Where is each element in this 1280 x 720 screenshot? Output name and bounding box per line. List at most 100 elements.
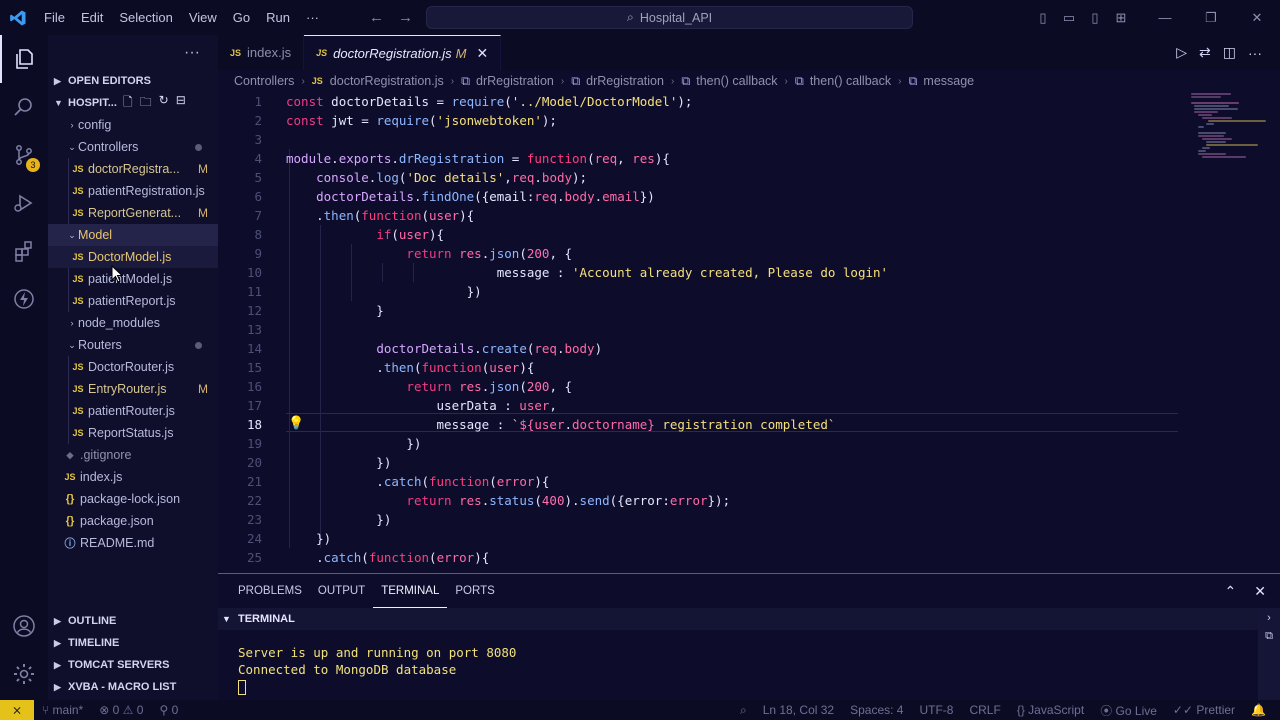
cursor-position[interactable]: Ln 18, Col 32 — [755, 703, 842, 717]
forward-arrow-icon[interactable]: → — [398, 9, 413, 26]
tree-folder-node-modules[interactable]: › node_modules — [48, 312, 218, 334]
tab-terminal[interactable]: TERMINAL — [373, 574, 448, 608]
close-window-icon[interactable]: ✕ — [1234, 10, 1280, 26]
run-debug-icon[interactable] — [0, 179, 48, 227]
explorer-more-actions-icon[interactable]: ··· — [48, 35, 218, 70]
xvba-macro-list-section[interactable]: ▶ XVBA - MACRO LIST — [48, 676, 218, 698]
menu-edit[interactable]: Edit — [73, 10, 111, 25]
tree-folder-model[interactable]: ⌄ Model — [48, 224, 218, 246]
tree-file-doctormodel[interactable]: JS DoctorModel.js — [48, 246, 218, 268]
collapse-all-icon[interactable]: ⊟ — [176, 93, 186, 114]
terminal-section-header[interactable]: ▼ TERMINAL — [218, 608, 1280, 630]
code-editor[interactable]: 💡 1 2 3 4 5 6 7 8 9 10 11 12 13 14 15 16… — [218, 92, 1178, 573]
toggle-secondary-sidebar-icon[interactable]: ▯ — [1082, 10, 1108, 26]
tree-file-doctorregistration[interactable]: JS doctorRegistra... M — [48, 158, 218, 180]
menu-more[interactable]: ··· — [298, 10, 327, 25]
command-center-search[interactable]: ⌕ Hospital_API — [426, 6, 913, 29]
tab-output[interactable]: OUTPUT — [310, 574, 373, 608]
toggle-panel-icon[interactable]: ▭ — [1056, 10, 1082, 26]
project-section[interactable]: ▼ HOSPIT... 🗋 🗀 ↻ ⊟ — [48, 92, 218, 114]
split-editor-icon[interactable]: ◫ — [1223, 44, 1236, 61]
tree-file-reportstatus[interactable]: JS ReportStatus.js — [48, 422, 218, 444]
breadcrumb-symbol[interactable]: message — [923, 74, 974, 88]
breadcrumb-symbol[interactable]: then() callback — [810, 74, 891, 88]
terminal-output[interactable]: Server is up and running on port 8080 Co… — [218, 630, 1280, 709]
customize-layout-icon[interactable]: ⊞ — [1108, 10, 1134, 26]
menu-run[interactable]: Run — [258, 10, 298, 25]
tree-file-entryrouter[interactable]: JS EntryRouter.js M — [48, 378, 218, 400]
tomcat-servers-section[interactable]: ▶ TOMCAT SERVERS — [48, 654, 218, 676]
settings-gear-icon[interactable] — [0, 650, 48, 698]
refresh-icon[interactable]: ↻ — [159, 93, 169, 114]
close-panel-icon[interactable]: ✕ — [1254, 583, 1266, 600]
prettier-status[interactable]: ✓✓ Prettier — [1165, 703, 1243, 717]
source-control-icon[interactable]: 3 — [0, 131, 48, 179]
new-folder-icon[interactable]: 🗀 — [140, 93, 152, 114]
line-number: 17 — [246, 398, 262, 413]
outline-section[interactable]: ▶ OUTLINE — [48, 610, 218, 632]
ports-indicator[interactable]: ⚲ 0 — [151, 703, 186, 717]
new-file-icon[interactable]: 🗋 — [123, 93, 133, 114]
minimap[interactable] — [1186, 92, 1266, 182]
menu-file[interactable]: File — [36, 10, 73, 25]
menu-selection[interactable]: Selection — [111, 10, 180, 25]
tree-label: Controllers — [78, 140, 139, 154]
search-view-icon[interactable] — [0, 83, 48, 131]
thunder-client-icon[interactable] — [0, 275, 48, 323]
tree-file-package-lock[interactable]: {} package-lock.json — [48, 488, 218, 510]
breadcrumb-symbol[interactable]: drRegistration — [586, 74, 664, 88]
remote-indicator-icon[interactable]: ⨯ — [0, 700, 34, 720]
tab-index-js[interactable]: JS index.js — [218, 35, 305, 70]
menu-go[interactable]: Go — [225, 10, 258, 25]
tree-label: node_modules — [78, 316, 161, 330]
indentation[interactable]: Spaces: 4 — [842, 703, 911, 717]
back-arrow-icon[interactable]: ← — [369, 9, 384, 26]
compare-changes-icon[interactable]: ⇄ — [1199, 44, 1211, 61]
end-of-line[interactable]: CRLF — [961, 703, 1008, 717]
tree-file-package[interactable]: {} package.json — [48, 510, 218, 532]
git-branch[interactable]: ⑂ main* — [34, 703, 91, 717]
language-mode[interactable]: {} JavaScript — [1009, 703, 1092, 717]
more-actions-icon[interactable]: ··· — [1248, 45, 1262, 61]
tree-folder-config[interactable]: › config — [48, 114, 218, 136]
account-icon[interactable] — [0, 602, 48, 650]
activity-bar: 3 — [0, 35, 48, 700]
terminal-instance-icon[interactable]: ⧉ — [1265, 630, 1273, 643]
close-tab-icon[interactable]: ✕ — [476, 45, 488, 62]
explorer-icon[interactable] — [0, 35, 48, 83]
breadcrumb-symbol[interactable]: drRegistration — [476, 74, 554, 88]
run-code-icon[interactable]: ▷ — [1176, 44, 1187, 61]
breadcrumb-symbol[interactable]: then() callback — [696, 74, 777, 88]
tree-file-index[interactable]: JS index.js — [48, 466, 218, 488]
tree-file-reportgenerate[interactable]: JS ReportGenerat... M — [48, 202, 218, 224]
zoom-icon[interactable]: ⌕ — [732, 703, 755, 718]
tree-file-patientrouter[interactable]: JS patientRouter.js — [48, 400, 218, 422]
tree-file-patientregistration[interactable]: JS patientRegistration.js — [48, 180, 218, 202]
tree-file-doctorrouter[interactable]: JS DoctorRouter.js — [48, 356, 218, 378]
minimize-icon[interactable]: — — [1142, 10, 1188, 26]
tree-folder-controllers[interactable]: ⌄ Controllers — [48, 136, 218, 158]
toggle-sidebar-icon[interactable]: ▯ — [1030, 10, 1056, 26]
restore-icon[interactable]: ❐ — [1188, 10, 1234, 26]
open-editors-section[interactable]: ▶ OPEN EDITORS — [48, 70, 218, 92]
tree-file-readme[interactable]: ⓘ README.md — [48, 532, 218, 554]
tree-file-patientreport[interactable]: JS patientReport.js — [48, 290, 218, 312]
tree-file-patientmodel[interactable]: JS patientModel.js — [48, 268, 218, 290]
problems-indicator[interactable]: ⊗ 0 ⚠ 0 — [91, 703, 151, 717]
chevron-right-icon[interactable]: › — [1267, 612, 1271, 624]
tree-folder-routers[interactable]: ⌄ Routers — [48, 334, 218, 356]
tree-file-gitignore[interactable]: ◆ .gitignore — [48, 444, 218, 466]
breadcrumb-file[interactable]: doctorRegistration.js — [330, 74, 444, 88]
tab-ports[interactable]: PORTS — [447, 574, 502, 608]
timeline-section[interactable]: ▶ TIMELINE — [48, 632, 218, 654]
tab-problems[interactable]: PROBLEMS — [230, 574, 310, 608]
tree-label: ReportStatus.js — [88, 426, 174, 440]
maximize-panel-icon[interactable]: ⌃ — [1225, 583, 1237, 600]
go-live-button[interactable]: ⦿ Go Live — [1092, 702, 1165, 719]
breadcrumb-folder[interactable]: Controllers — [234, 74, 294, 88]
encoding[interactable]: UTF-8 — [911, 703, 961, 717]
menu-view[interactable]: View — [181, 10, 225, 25]
extensions-icon[interactable] — [0, 227, 48, 275]
tab-doctorregistration-js[interactable]: JS doctorRegistration.js M ✕ — [304, 35, 502, 70]
notifications-bell-icon[interactable]: 🔔 — [1243, 703, 1280, 717]
